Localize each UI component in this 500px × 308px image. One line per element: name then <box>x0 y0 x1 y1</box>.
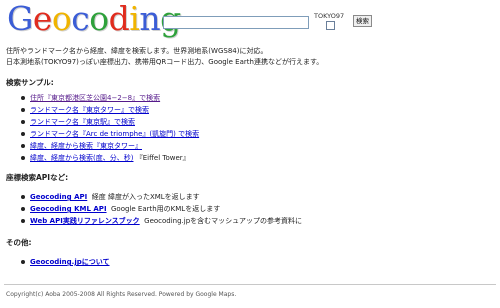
sample-link-latlng[interactable]: 緯度、経度から検索『東京タワー』 <box>30 142 142 150</box>
list-item: Geocoding.jpについて <box>20 256 110 268</box>
list-item: 住所『東京都港区芝公園4−2−8』で検索 <box>20 92 199 104</box>
list-item: Web API実践リファレンスブック Geocoding.jpを含むマッシュアッ… <box>20 215 302 227</box>
api-description: Geocoding.jpを含むマッシュアップの参考資料に <box>144 217 303 225</box>
list-item: ランドマーク名『東京タワー』で検索 <box>20 104 199 116</box>
logo-letter: o <box>51 0 72 38</box>
logo-letter: n <box>139 0 161 38</box>
samples-list: 住所『東京都港区芝公園4−2−8』で検索 ランドマーク名『東京タワー』で検索 ラ… <box>20 92 199 164</box>
logo-letter: e <box>32 0 53 38</box>
geocoding-api-link[interactable]: Geocoding API <box>30 193 87 201</box>
list-item: 緯度、経度から検索(度、分、秒) 『Eiffel Tower』 <box>20 152 199 164</box>
list-item: ランドマーク名『東京駅』で検索 <box>20 116 199 128</box>
web-api-reference-link[interactable]: Web API実践リファレンスブック <box>30 217 140 225</box>
sample-link-tokyo-tower[interactable]: ランドマーク名『東京タワー』で検索 <box>30 106 149 114</box>
tokyo97-label: TOKYO97 <box>314 12 345 20</box>
logo-letter: c <box>71 0 90 38</box>
logo-letter: d <box>108 0 130 38</box>
other-heading: その他: <box>6 238 32 247</box>
api-description: 経度 緯度が入ったXMLを返します <box>91 193 200 201</box>
list-item: Geocoding API 経度 緯度が入ったXMLを返します <box>20 191 302 203</box>
logo-letter: G <box>7 0 33 38</box>
description-line-1: 住所やランドマーク名から経度、緯度を検索します。世界測地系(WGS84)に対応。 <box>6 47 268 55</box>
search-input[interactable] <box>163 16 309 29</box>
api-list: Geocoding API 経度 緯度が入ったXMLを返します Geocodin… <box>20 191 302 227</box>
geocoding-logo[interactable]: Geocoding <box>7 2 181 36</box>
sample-link-dms[interactable]: 緯度、経度から検索(度、分、秒) <box>30 154 133 162</box>
about-geocoding-link[interactable]: Geocoding.jpについて <box>30 258 110 266</box>
other-list: Geocoding.jpについて <box>20 256 110 268</box>
footer-copyright: Copyright(c) Aoba 2005-2008 All Rights R… <box>6 291 237 298</box>
logo-letter: o <box>89 0 109 38</box>
sample-link-arc-de-triomphe[interactable]: ランドマーク名『Arc de triomphe』(凱旋門) で検索 <box>30 130 199 138</box>
list-item: ランドマーク名『Arc de triomphe』(凱旋門) で検索 <box>20 128 199 140</box>
sample-link-address[interactable]: 住所『東京都港区芝公園4−2−8』で検索 <box>30 94 160 102</box>
api-heading: 座標検索APIなど: <box>6 173 69 182</box>
geocoding-kml-api-link[interactable]: Geocoding KML API <box>30 205 107 213</box>
tokyo97-checkbox[interactable] <box>326 21 335 30</box>
sample-link-tokyo-station[interactable]: ランドマーク名『東京駅』で検索 <box>30 118 135 126</box>
list-item: 緯度、経度から検索『東京タワー』 <box>20 140 199 152</box>
sample-trail-text: 『Eiffel Tower』 <box>135 154 190 162</box>
api-description: Google Earth用のKMLを返します <box>111 205 221 213</box>
samples-heading: 検索サンプル: <box>6 78 54 87</box>
list-item: Geocoding KML API Google Earth用のKMLを返します <box>20 203 302 215</box>
footer-divider <box>4 284 496 285</box>
search-button[interactable]: 検索 <box>353 15 372 27</box>
logo-letter: i <box>129 0 140 38</box>
description-line-2: 日本測地系(TOKYO97)っぽい座標出力、携帯用QRコード出力、Google … <box>6 58 324 66</box>
